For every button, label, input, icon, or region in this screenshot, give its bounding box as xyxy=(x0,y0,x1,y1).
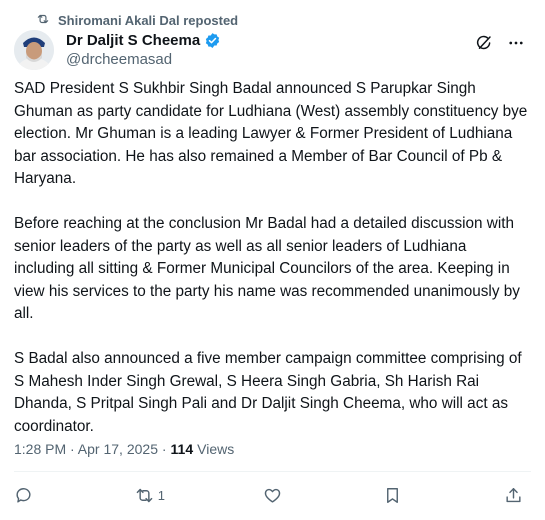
author-display-name[interactable]: Dr Daljit S Cheema xyxy=(66,32,200,49)
reply-button[interactable] xyxy=(14,486,37,505)
post-timestamp[interactable]: 1:28 PM · Apr 17, 2025 · xyxy=(14,441,167,457)
author-handle[interactable]: @drcheemasad xyxy=(66,50,221,70)
share-icon xyxy=(504,486,523,505)
bookmark-icon xyxy=(383,486,402,505)
repost-button[interactable]: 1 xyxy=(135,486,165,505)
views-label: Views xyxy=(197,441,235,457)
share-button[interactable] xyxy=(504,486,523,505)
grok-icon[interactable] xyxy=(475,34,493,52)
post-paragraph: Before reaching at the conclusion Mr Bad… xyxy=(14,215,520,322)
heart-icon xyxy=(263,486,282,505)
views-count: 114 xyxy=(170,441,194,457)
divider xyxy=(14,471,531,472)
avatar[interactable] xyxy=(14,30,54,70)
post-header: Dr Daljit S Cheema @drcheemasad xyxy=(14,30,531,72)
repost-icon xyxy=(135,486,154,505)
action-bar: 1 xyxy=(14,481,523,509)
verified-badge-icon xyxy=(204,32,221,49)
repost-label: Shiromani Akali Dal reposted xyxy=(58,12,239,28)
bookmark-button[interactable] xyxy=(383,486,406,505)
post-paragraph: S Badal also announced a five member cam… xyxy=(14,350,522,435)
reply-icon xyxy=(14,486,33,505)
post-meta: 1:28 PM · Apr 17, 2025 · 114 Views xyxy=(14,441,234,457)
post-paragraph: SAD President S Sukhbir Singh Badal anno… xyxy=(14,80,528,187)
post-text: SAD President S Sukhbir Singh Badal anno… xyxy=(14,78,529,438)
repost-context[interactable]: Shiromani Akali Dal reposted xyxy=(36,12,238,28)
like-button[interactable] xyxy=(263,486,286,505)
repost-icon xyxy=(36,12,50,29)
repost-count: 1 xyxy=(157,487,165,503)
more-options-icon[interactable] xyxy=(507,34,525,52)
